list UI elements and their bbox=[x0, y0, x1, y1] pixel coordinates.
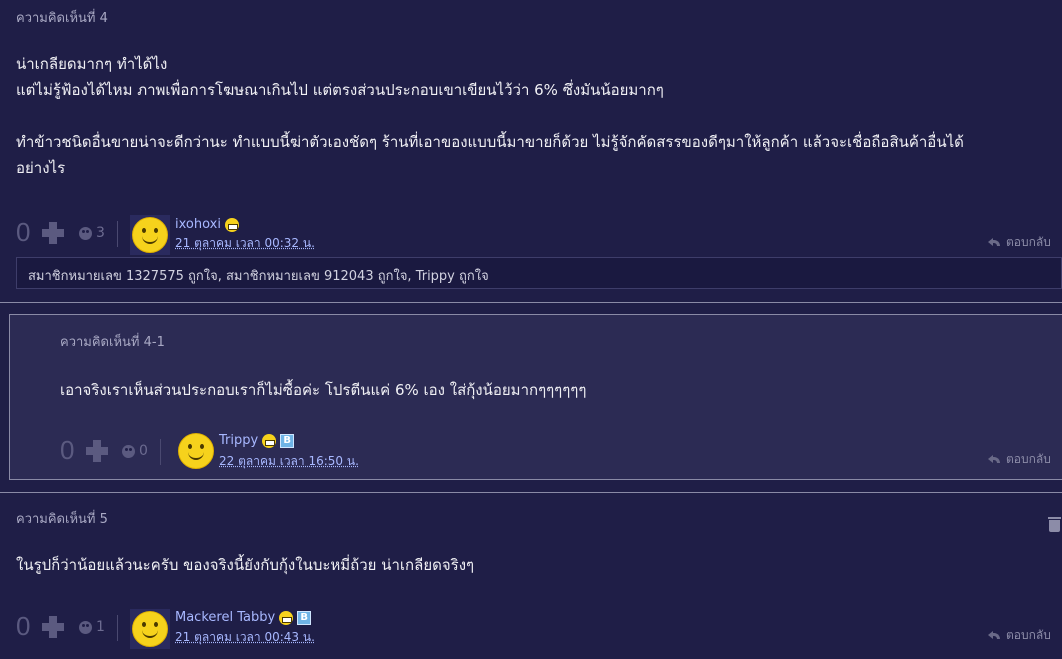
comment-date[interactable]: 22 ตุลาคม เวลา 16:50 น. bbox=[219, 452, 359, 471]
reply-icon bbox=[988, 455, 1000, 464]
grin-icon bbox=[224, 217, 239, 232]
divider bbox=[117, 615, 118, 641]
vote-count: 0 bbox=[60, 435, 75, 465]
emotion-icon bbox=[122, 444, 135, 458]
grin-icon bbox=[279, 610, 294, 625]
b-badge-icon: B bbox=[297, 610, 312, 625]
grin-icon bbox=[262, 433, 277, 448]
trash-icon[interactable] bbox=[1048, 517, 1061, 532]
username[interactable]: Mackerel Tabby B bbox=[175, 610, 312, 625]
avatar-icon[interactable] bbox=[132, 611, 168, 647]
comment-body: น่าเกลียดมากๆ ทำได้ไง แต่ไม่รู้ฟ้องได้ไห… bbox=[16, 55, 964, 177]
username[interactable]: ixohoxi bbox=[175, 217, 239, 232]
comment-body: ในรูปก็ว่าน้อยแล้วนะครับ ของจริงนี้ยังกั… bbox=[16, 556, 475, 574]
emotion-icon bbox=[79, 226, 92, 240]
comment-date[interactable]: 21 ตุลาคม เวลา 00:32 น. bbox=[175, 234, 315, 253]
comment-title: ความคิดเห็นที่ 4-1 bbox=[60, 335, 165, 350]
emotion-button[interactable]: 1 bbox=[79, 619, 105, 635]
comment-4: ความคิดเห็นที่ 4 น่าเกลียดมากๆ ทำได้ไง แ… bbox=[0, 0, 1062, 300]
likes-bar: สมาชิกหมายเลข 1327575 ถูกใจ, สมาชิกหมายเ… bbox=[16, 257, 1062, 289]
reply-icon bbox=[988, 631, 1000, 640]
comment-title: ความคิดเห็นที่ 5 bbox=[16, 512, 108, 527]
emotion-count: 1 bbox=[96, 619, 105, 635]
plus-icon[interactable] bbox=[86, 440, 108, 462]
divider bbox=[117, 221, 118, 247]
comment-title: ความคิดเห็นที่ 4 bbox=[16, 11, 108, 26]
username[interactable]: Trippy B bbox=[219, 433, 295, 448]
divider bbox=[0, 302, 1062, 303]
vote-count: 0 bbox=[16, 217, 31, 247]
comment-5: ความคิดเห็นที่ 5 ในรูปก็ว่าน้อยแล้วนะครั… bbox=[0, 492, 1062, 659]
divider bbox=[160, 439, 161, 465]
emotion-icon bbox=[79, 620, 92, 634]
emotion-button[interactable]: 0 bbox=[122, 443, 148, 459]
comment-4-1: ความคิดเห็นที่ 4-1 เอาจริงเราเห็นส่วนประ… bbox=[9, 314, 1062, 480]
emotion-count: 3 bbox=[96, 225, 105, 241]
vote-count: 0 bbox=[16, 611, 31, 641]
reply-button[interactable]: ตอบกลับ bbox=[988, 626, 1051, 645]
reply-icon bbox=[988, 238, 1000, 247]
reply-button[interactable]: ตอบกลับ bbox=[988, 450, 1051, 469]
reply-button[interactable]: ตอบกลับ bbox=[988, 233, 1051, 252]
b-badge-icon: B bbox=[280, 433, 295, 448]
comment-body: เอาจริงเราเห็นส่วนประกอบเราก็ไม่ซื้อค่ะ … bbox=[60, 381, 587, 399]
comment-date[interactable]: 21 ตุลาคม เวลา 00:43 น. bbox=[175, 628, 315, 647]
plus-icon[interactable] bbox=[42, 616, 64, 638]
plus-icon[interactable] bbox=[42, 222, 64, 244]
avatar-icon[interactable] bbox=[178, 433, 214, 469]
avatar-icon[interactable] bbox=[132, 217, 168, 253]
emotion-button[interactable]: 3 bbox=[79, 225, 105, 241]
emotion-count: 0 bbox=[139, 443, 148, 459]
